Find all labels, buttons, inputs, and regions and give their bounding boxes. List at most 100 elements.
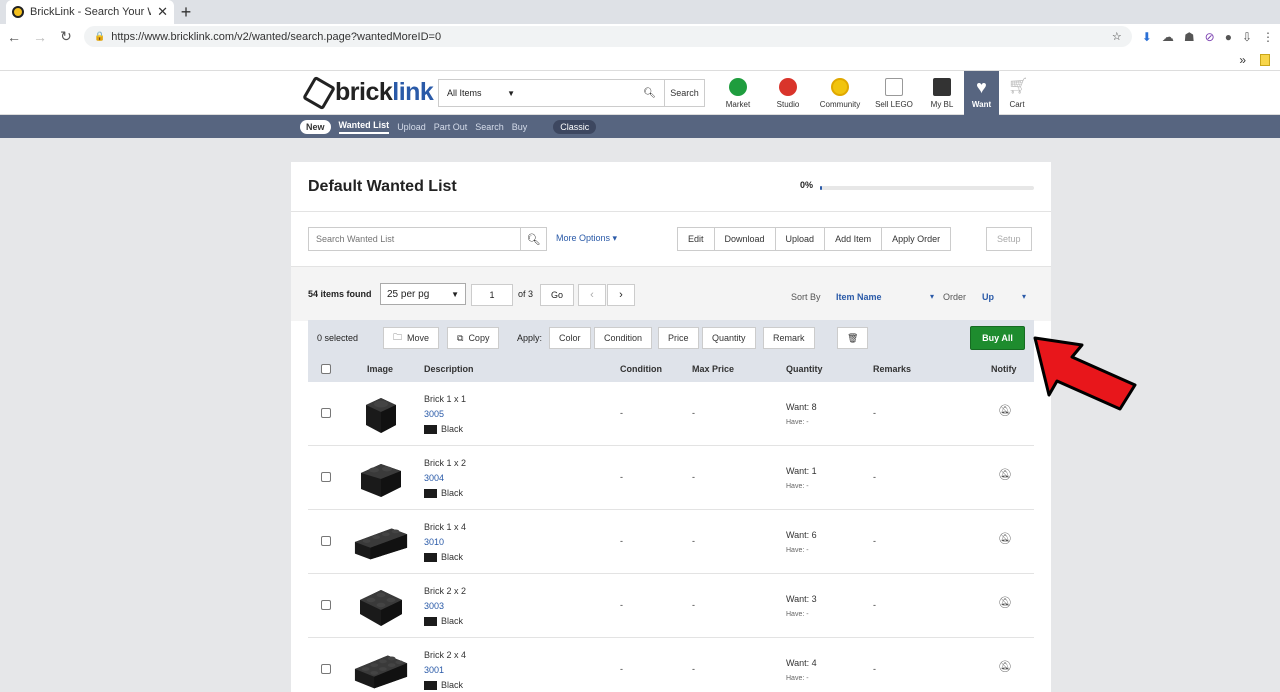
delete-button[interactable]: 🗑︎ <box>837 327 869 349</box>
subnav-part-out[interactable]: Part Out <box>434 122 468 132</box>
arrow-ext-icon[interactable]: ⇩ <box>1242 30 1252 44</box>
brick-2x2-image[interactable] <box>353 580 409 632</box>
brick-1x4-image[interactable] <box>353 516 409 568</box>
item-remarks: - <box>873 600 876 610</box>
site-search-input[interactable]: 🔍︎ <box>523 79 665 107</box>
apply-quantity-button[interactable]: Quantity <box>702 327 756 349</box>
bell-off-icon[interactable]: 🔕︎ <box>998 468 1012 481</box>
site-search-button[interactable]: Search <box>665 79 705 107</box>
bell-off-icon[interactable]: 🔕︎ <box>998 596 1012 609</box>
category-select[interactable]: All Items ▼ <box>438 79 524 107</box>
bookmark-folder-icon[interactable] <box>1260 53 1270 66</box>
nav-sell-lego[interactable]: Sell LEGO <box>873 71 915 115</box>
star-icon[interactable]: ☆ <box>1112 30 1122 43</box>
magnifier-icon[interactable]: 🔍︎ <box>643 88 656 99</box>
classic-toggle[interactable]: Classic <box>553 119 597 134</box>
more-options-link[interactable]: More Options ▾ <box>556 233 617 244</box>
chevron-down-icon[interactable]: ▾ <box>1022 292 1026 301</box>
item-name: Brick 2 x 4 <box>424 650 467 660</box>
url-field[interactable]: 🔒 https://www.bricklink.com/v2/wanted/se… <box>84 26 1132 47</box>
nav-want[interactable]: ♥ Want <box>964 71 999 115</box>
item-quantity: Want: 6 Have: - <box>786 528 817 558</box>
item-quantity: Want: 8 Have: - <box>786 400 817 430</box>
browser-tab[interactable]: BrickLink - Search Your Wanted L ✕ <box>6 0 174 24</box>
subnav-search[interactable]: Search <box>475 122 504 132</box>
search-icon[interactable]: 🔍︎ <box>520 227 547 251</box>
item-part-link[interactable]: 3005 <box>424 407 466 422</box>
item-part-link[interactable]: 3010 <box>424 535 466 550</box>
item-name: Brick 1 x 4 <box>424 522 467 532</box>
move-button[interactable]: 🗀 Move <box>383 327 440 349</box>
row-checkbox[interactable] <box>321 408 331 418</box>
item-part-link[interactable]: 3001 <box>424 663 466 678</box>
bell-off-icon[interactable]: 🔕︎ <box>998 404 1012 417</box>
block-ext-icon[interactable]: ⊘ <box>1205 30 1215 44</box>
download-button[interactable]: Download <box>713 227 776 251</box>
forward-icon[interactable]: → <box>32 29 48 45</box>
cloud-ext-icon[interactable]: ☁ <box>1162 30 1174 44</box>
menu-icon[interactable]: ⋮ <box>1262 30 1274 44</box>
add-item-button[interactable]: Add Item <box>824 227 883 251</box>
nav-cart[interactable]: 🛒︎ Cart <box>1003 71 1031 115</box>
select-all-checkbox[interactable] <box>321 364 331 374</box>
apply-label: Apply: <box>517 333 543 343</box>
item-part-link[interactable]: 3004 <box>424 471 466 486</box>
back-icon[interactable]: ← <box>6 29 22 45</box>
row-checkbox[interactable] <box>321 600 331 610</box>
next-page-button[interactable]: › <box>607 284 635 306</box>
item-color: Black <box>424 678 466 692</box>
buy-all-button[interactable]: Buy All <box>970 326 1025 350</box>
item-quantity: Want: 3 Have: - <box>786 592 817 622</box>
row-checkbox[interactable] <box>321 536 331 546</box>
subnav-buy[interactable]: Buy <box>512 122 528 132</box>
nav-market[interactable]: Market <box>722 71 754 115</box>
apply-remark-button[interactable]: Remark <box>763 327 815 349</box>
upload-button[interactable]: Upload <box>774 227 826 251</box>
go-button[interactable]: Go <box>540 284 574 306</box>
subnav-upload[interactable]: Upload <box>397 122 426 132</box>
bricklink-logo[interactable]: brick link <box>302 75 434 110</box>
chevron-down-icon[interactable]: ▾ <box>930 292 934 301</box>
apply-price-button[interactable]: Price <box>658 327 699 349</box>
bell-off-icon[interactable]: 🔕︎ <box>998 660 1012 673</box>
ghost-ext-icon[interactable]: ☗ <box>1184 30 1195 44</box>
address-bar: ← → ↻ 🔒 https://www.bricklink.com/v2/wan… <box>0 24 1280 49</box>
page-number-input[interactable]: 1 <box>471 284 513 306</box>
nav-my-bl[interactable]: My BL <box>928 71 956 115</box>
logo-cube-icon <box>302 75 336 110</box>
item-part-link[interactable]: 3003 <box>424 599 466 614</box>
setup-button[interactable]: Setup <box>986 227 1032 251</box>
brick-1x1-image[interactable] <box>353 388 409 440</box>
brick-2x4-image[interactable] <box>353 644 409 692</box>
studio-icon <box>779 78 797 96</box>
nav-community[interactable]: Community <box>816 71 864 115</box>
apply-order-button[interactable]: Apply Order <box>881 227 952 251</box>
per-page-select[interactable]: 25 per pg ▼ <box>380 283 466 305</box>
reload-icon[interactable]: ↻ <box>58 28 74 45</box>
apply-condition-button[interactable]: Condition <box>594 327 653 349</box>
new-tab-button[interactable]: + <box>174 0 198 24</box>
wanted-list-search-input[interactable] <box>308 227 521 251</box>
subnav-wanted-list[interactable]: Wanted List <box>338 120 390 134</box>
chevron-left-icon: ‹ <box>590 289 594 301</box>
apply-color-button[interactable]: Color <box>549 327 591 349</box>
circle-ext-icon[interactable]: ● <box>1225 30 1232 44</box>
row-checkbox[interactable] <box>321 472 331 482</box>
heart-icon: ♥ <box>976 77 987 97</box>
order-select[interactable]: Up <box>982 292 994 302</box>
download-ext-icon[interactable]: ⬇ <box>1142 30 1152 44</box>
progress-percent: 0% <box>800 180 814 190</box>
edit-button[interactable]: Edit <box>677 227 715 251</box>
bell-off-icon[interactable]: 🔕︎ <box>998 532 1012 545</box>
row-checkbox[interactable] <box>321 664 331 674</box>
have-qty: Have: - <box>786 611 809 618</box>
sort-by-select[interactable]: Item Name <box>836 292 882 302</box>
bookmarks-more-icon[interactable]: » <box>1239 53 1246 67</box>
prev-page-button[interactable]: ‹ <box>578 284 606 306</box>
col-image: Image <box>367 364 394 374</box>
copy-button[interactable]: ⧉ Copy <box>447 327 500 349</box>
close-tab-icon[interactable]: ✕ <box>157 4 168 20</box>
nav-studio[interactable]: Studio <box>772 71 804 115</box>
brick-1x2-image[interactable] <box>353 452 409 504</box>
new-badge[interactable]: New <box>300 119 331 134</box>
